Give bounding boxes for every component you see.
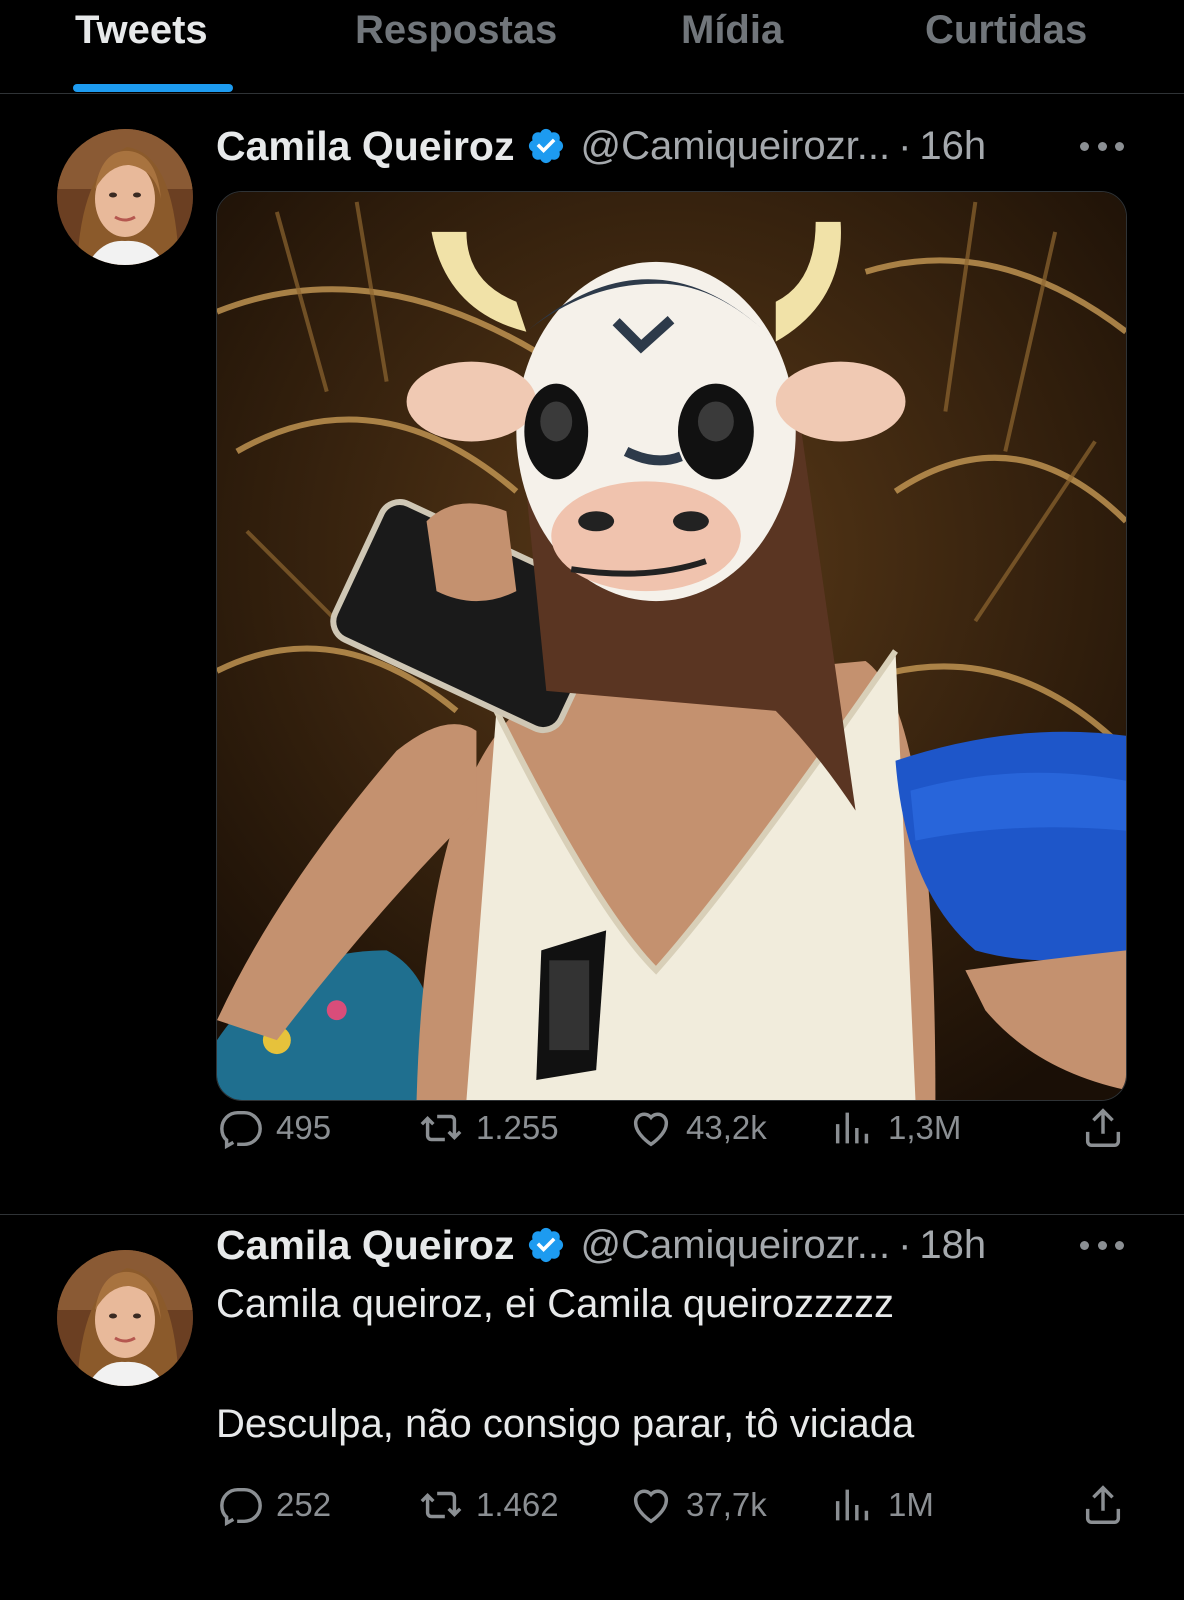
retweet-icon (420, 1491, 462, 1519)
retweet-icon (420, 1114, 462, 1142)
tweet-header: Camila Queiroz @Camiqueirozr... · 16h (216, 121, 986, 171)
display-name[interactable]: Camila Queiroz (216, 123, 514, 170)
handle[interactable]: @Camiqueirozr... (580, 1223, 890, 1268)
more-icon[interactable] (1080, 1239, 1124, 1251)
views-count: 1M (888, 1486, 934, 1523)
tab-curtidas[interactable]: Curtidas (925, 8, 1087, 53)
views-button[interactable]: 1,3M (830, 1103, 961, 1153)
share-icon (1085, 1485, 1121, 1524)
tab-tweets[interactable]: Tweets (75, 8, 208, 53)
views-button[interactable]: 1M (830, 1480, 934, 1530)
tweet-text: Camila queiroz, ei Camila queirozzzzz De… (216, 1282, 915, 1446)
views-count: 1,3M (888, 1109, 962, 1146)
handle[interactable]: @Camiqueirozr... (580, 124, 890, 169)
tab-respostas[interactable]: Respostas (355, 8, 557, 53)
reply-button[interactable]: 495 (218, 1103, 331, 1153)
like-icon (633, 1489, 669, 1524)
tweet-header: Camila Queiroz @Camiqueirozr... · 18h (216, 1220, 986, 1270)
reply-count: 252 (276, 1486, 332, 1523)
reply-count: 495 (276, 1109, 332, 1146)
tweet[interactable]: Camila Queiroz @Camiqueirozr... · 18h Ca… (0, 1216, 1184, 1600)
retweet-button[interactable]: 1.255 (418, 1103, 559, 1153)
retweet-count: 1.255 (476, 1109, 559, 1146)
tweet-media-image[interactable] (216, 191, 1127, 1101)
separator: · (898, 123, 912, 168)
profile-tabs: Tweets Respostas Mídia Curtidas (0, 0, 1184, 94)
timestamp[interactable]: 18h (919, 1223, 986, 1268)
retweet-count: 1.462 (476, 1486, 559, 1523)
verified-badge-icon[interactable] (526, 1225, 566, 1265)
avatar[interactable] (57, 1250, 193, 1386)
avatar[interactable] (57, 129, 193, 265)
share-button[interactable] (1080, 1103, 1126, 1153)
share-icon (1085, 1108, 1121, 1147)
like-button[interactable]: 43,2k (628, 1103, 767, 1153)
like-count: 43,2k (686, 1109, 767, 1146)
like-button[interactable]: 37,7k (628, 1480, 767, 1530)
more-icon[interactable] (1080, 140, 1124, 152)
tweet-actions: 252 1.462 37,7k 1M (218, 1480, 1126, 1530)
timestamp[interactable]: 16h (919, 124, 986, 169)
display-name[interactable]: Camila Queiroz (216, 1222, 514, 1269)
share-button[interactable] (1080, 1480, 1126, 1530)
reply-icon (220, 1110, 262, 1150)
retweet-button[interactable]: 1.462 (418, 1480, 559, 1530)
tweet[interactable]: Camila Queiroz @Camiqueirozr... · 16h 49… (0, 95, 1184, 1215)
like-count: 37,7k (686, 1486, 767, 1523)
like-icon (633, 1112, 669, 1147)
tab-midia[interactable]: Mídia (681, 8, 783, 53)
reply-icon (220, 1487, 262, 1527)
views-icon (835, 1489, 869, 1521)
active-tab-indicator (73, 84, 233, 92)
views-icon (835, 1112, 869, 1144)
tweet-actions: 495 1.255 43,2k 1,3M (218, 1103, 1126, 1153)
verified-badge-icon[interactable] (526, 126, 566, 166)
reply-button[interactable]: 252 (218, 1480, 331, 1530)
separator: · (898, 1222, 912, 1267)
